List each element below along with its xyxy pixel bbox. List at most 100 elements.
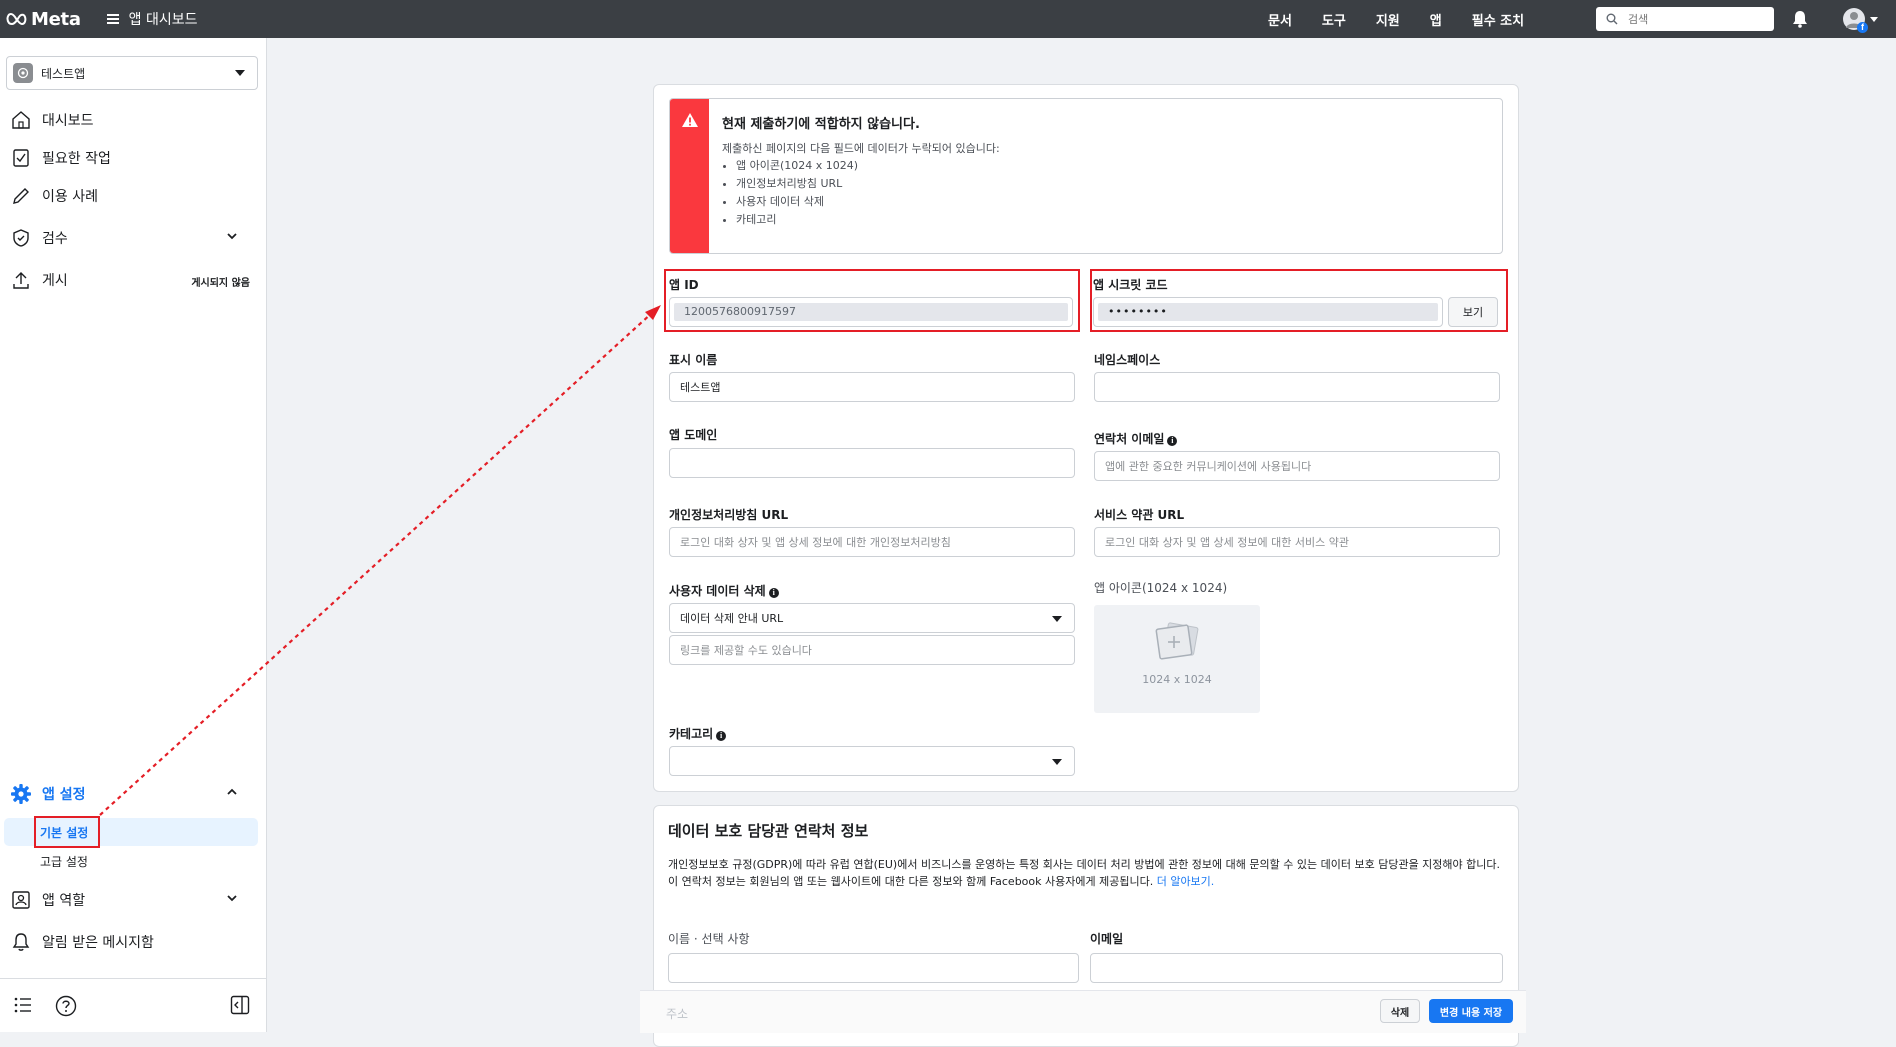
tos-url-input[interactable] <box>1094 527 1500 557</box>
chevron-down-icon[interactable] <box>226 232 238 240</box>
sidebar-item-app-roles[interactable]: 앱 역할 <box>10 886 256 914</box>
dpo-name-input[interactable] <box>668 953 1079 983</box>
contact-email-label: 연락처 이메일 i <box>1094 430 1178 447</box>
basic-settings-card: 현재 제출하기에 적합하지 않습니다. 제출하신 페이지의 다음 필드에 데이터… <box>653 84 1519 792</box>
sidebar-item-label: 앱 설정 <box>42 787 86 803</box>
sidebar-item-app-settings[interactable]: 앱 설정 <box>10 780 256 808</box>
sidebar-item-use-cases[interactable]: 이용 사례 <box>10 182 256 210</box>
search-input[interactable] <box>1626 11 1770 27</box>
category-text: 카테고리 <box>669 727 714 741</box>
sidebar-item-required-actions[interactable]: 필요한 작업 <box>10 144 256 172</box>
meta-logo[interactable]: Meta <box>6 9 81 30</box>
app-domain-label: 앱 도메인 <box>669 428 718 442</box>
app-icon-dimensions: 1024 x 1024 <box>1142 673 1212 686</box>
top-nav: 문서 도구 지원 앱 필수 조치 <box>1268 0 1554 38</box>
sidebar-item-label: 게시 <box>42 273 68 289</box>
sidebar-item-label: 알림 받은 메시지함 <box>42 935 154 951</box>
sidebar-item-label: 앱 역할 <box>42 893 86 909</box>
sidebar-item-advanced-settings[interactable]: 고급 설정 <box>4 847 258 875</box>
dpo-paragraph-2: 이 연락처 정보는 회원님의 앱 또는 웹사이트에 대한 다른 정보와 함께 F… <box>668 875 1154 888</box>
app-name: 테스트앱 <box>41 66 86 81</box>
privacy-url-input[interactable] <box>669 527 1075 557</box>
shield-check-icon <box>10 227 32 249</box>
app-icon-upload[interactable]: 1024 x 1024 <box>1094 605 1260 713</box>
top-bar: Meta 앱 대시보드 문서 도구 지원 앱 필수 조치 f <box>0 0 1896 38</box>
sidebar-item-review[interactable]: 검수 <box>10 224 256 252</box>
sidebar-item-label: 검수 <box>42 231 68 247</box>
user-data-deletion-input[interactable] <box>669 635 1075 665</box>
nav-support[interactable]: 지원 <box>1376 10 1400 29</box>
delete-button[interactable]: 삭제 <box>1380 999 1420 1023</box>
info-icon[interactable]: i <box>716 731 727 741</box>
sidebar-footer <box>0 978 266 1033</box>
list-item: 카테고리 <box>736 211 858 229</box>
id-card-icon <box>10 889 32 911</box>
image-placeholder-icon <box>1155 622 1199 660</box>
sidebar-item-publish[interactable]: 게시 게시되지 않음 <box>10 266 256 294</box>
dpo-name-label: 이름 · 선택 사항 <box>668 932 750 946</box>
display-name-input[interactable] <box>669 372 1075 402</box>
sidebar-item-label: 필요한 작업 <box>42 151 111 167</box>
action-bar: 주소 삭제 변경 내용 저장 <box>640 990 1526 1033</box>
sidebar-item-label: 이용 사례 <box>42 189 98 205</box>
chevron-down-icon[interactable] <box>226 894 238 902</box>
app-icon-label: 앱 아이콘(1024 x 1024) <box>1094 581 1228 595</box>
alert-title: 현재 제출하기에 적합하지 않습니다. <box>722 117 920 132</box>
display-name-label: 표시 이름 <box>669 353 718 367</box>
meta-infinity-icon <box>6 12 27 26</box>
nav-tools[interactable]: 도구 <box>1322 10 1346 29</box>
gear-icon <box>10 783 32 805</box>
sidebar: 테스트앱 대시보드 필요한 작업 이용 사례 검수 게시 게시되지 않음 앱 설… <box>0 38 267 1032</box>
search-icon <box>1606 13 1618 25</box>
info-icon[interactable]: i <box>1167 436 1178 446</box>
home-icon <box>10 109 32 131</box>
sidebar-item-dashboard[interactable]: 대시보드 <box>10 106 256 134</box>
caret-down-icon <box>1052 759 1062 765</box>
upload-icon <box>10 269 32 291</box>
alert-description: 제출하신 페이지의 다음 필드에 데이터가 누락되어 있습니다: <box>722 142 1000 155</box>
tos-url-label: 서비스 약관 URL <box>1094 508 1185 522</box>
learn-more-link[interactable]: 더 알아보기. <box>1157 875 1215 888</box>
nav-apps[interactable]: 앱 <box>1430 10 1442 29</box>
namespace-input[interactable] <box>1094 372 1500 402</box>
save-changes-button[interactable]: 변경 내용 저장 <box>1429 999 1513 1023</box>
bell-icon[interactable] <box>1792 10 1808 28</box>
list-item: 앱 아이콘(1024 x 1024) <box>736 157 858 175</box>
user-data-deletion-text: 사용자 데이터 삭제 <box>669 584 766 598</box>
search-box[interactable] <box>1596 7 1774 31</box>
menu-button[interactable]: 앱 대시보드 <box>106 9 198 29</box>
sidebar-item-label: 고급 설정 <box>40 854 88 869</box>
list-item: 사용자 데이터 삭제 <box>736 193 858 211</box>
dpo-email-input[interactable] <box>1090 953 1503 983</box>
list-item: 개인정보처리방침 URL <box>736 175 858 193</box>
selected-value: 데이터 삭제 안내 URL <box>680 612 784 625</box>
help-icon[interactable] <box>55 995 77 1017</box>
sidebar-item-label: 대시보드 <box>42 113 94 129</box>
list-icon[interactable] <box>14 997 32 1013</box>
caret-down-icon <box>1052 616 1062 622</box>
sidebar-item-notifications[interactable]: 알림 받은 메시지함 <box>10 928 256 956</box>
dpo-description: 개인정보보호 규정(GDPR)에 따라 유럽 연합(EU)에서 비즈니스를 운영… <box>668 856 1508 890</box>
nav-required-actions[interactable]: 필수 조치 <box>1472 10 1524 29</box>
app-domain-input[interactable] <box>669 448 1075 478</box>
dpo-email-label: 이메일 <box>1090 932 1124 946</box>
highlight-box-app-id <box>664 269 1080 332</box>
highlight-box-basic-settings <box>34 816 100 848</box>
facebook-badge-icon: f <box>1857 22 1868 33</box>
nav-docs[interactable]: 문서 <box>1268 10 1292 29</box>
contact-email-input[interactable] <box>1094 451 1500 481</box>
app-dashboard-title: 앱 대시보드 <box>128 12 198 28</box>
dpo-paragraph-1: 개인정보보호 규정(GDPR)에 따라 유럽 연합(EU)에서 비즈니스를 운영… <box>668 858 1501 871</box>
chevron-up-icon[interactable] <box>226 788 238 796</box>
avatar[interactable]: f <box>1843 8 1868 33</box>
user-data-deletion-select[interactable]: 데이터 삭제 안내 URL <box>669 603 1075 633</box>
collapse-sidebar-icon[interactable] <box>230 995 250 1015</box>
info-icon[interactable]: i <box>768 588 779 598</box>
submission-alert: 현재 제출하기에 적합하지 않습니다. 제출하신 페이지의 다음 필드에 데이터… <box>669 98 1503 254</box>
app-selector[interactable]: 테스트앱 <box>6 56 258 90</box>
chevron-down-icon[interactable] <box>1870 17 1878 22</box>
hamburger-icon <box>106 14 119 24</box>
category-select[interactable] <box>669 746 1075 776</box>
warning-icon <box>682 113 698 127</box>
contact-email-text: 연락처 이메일 <box>1094 432 1165 446</box>
